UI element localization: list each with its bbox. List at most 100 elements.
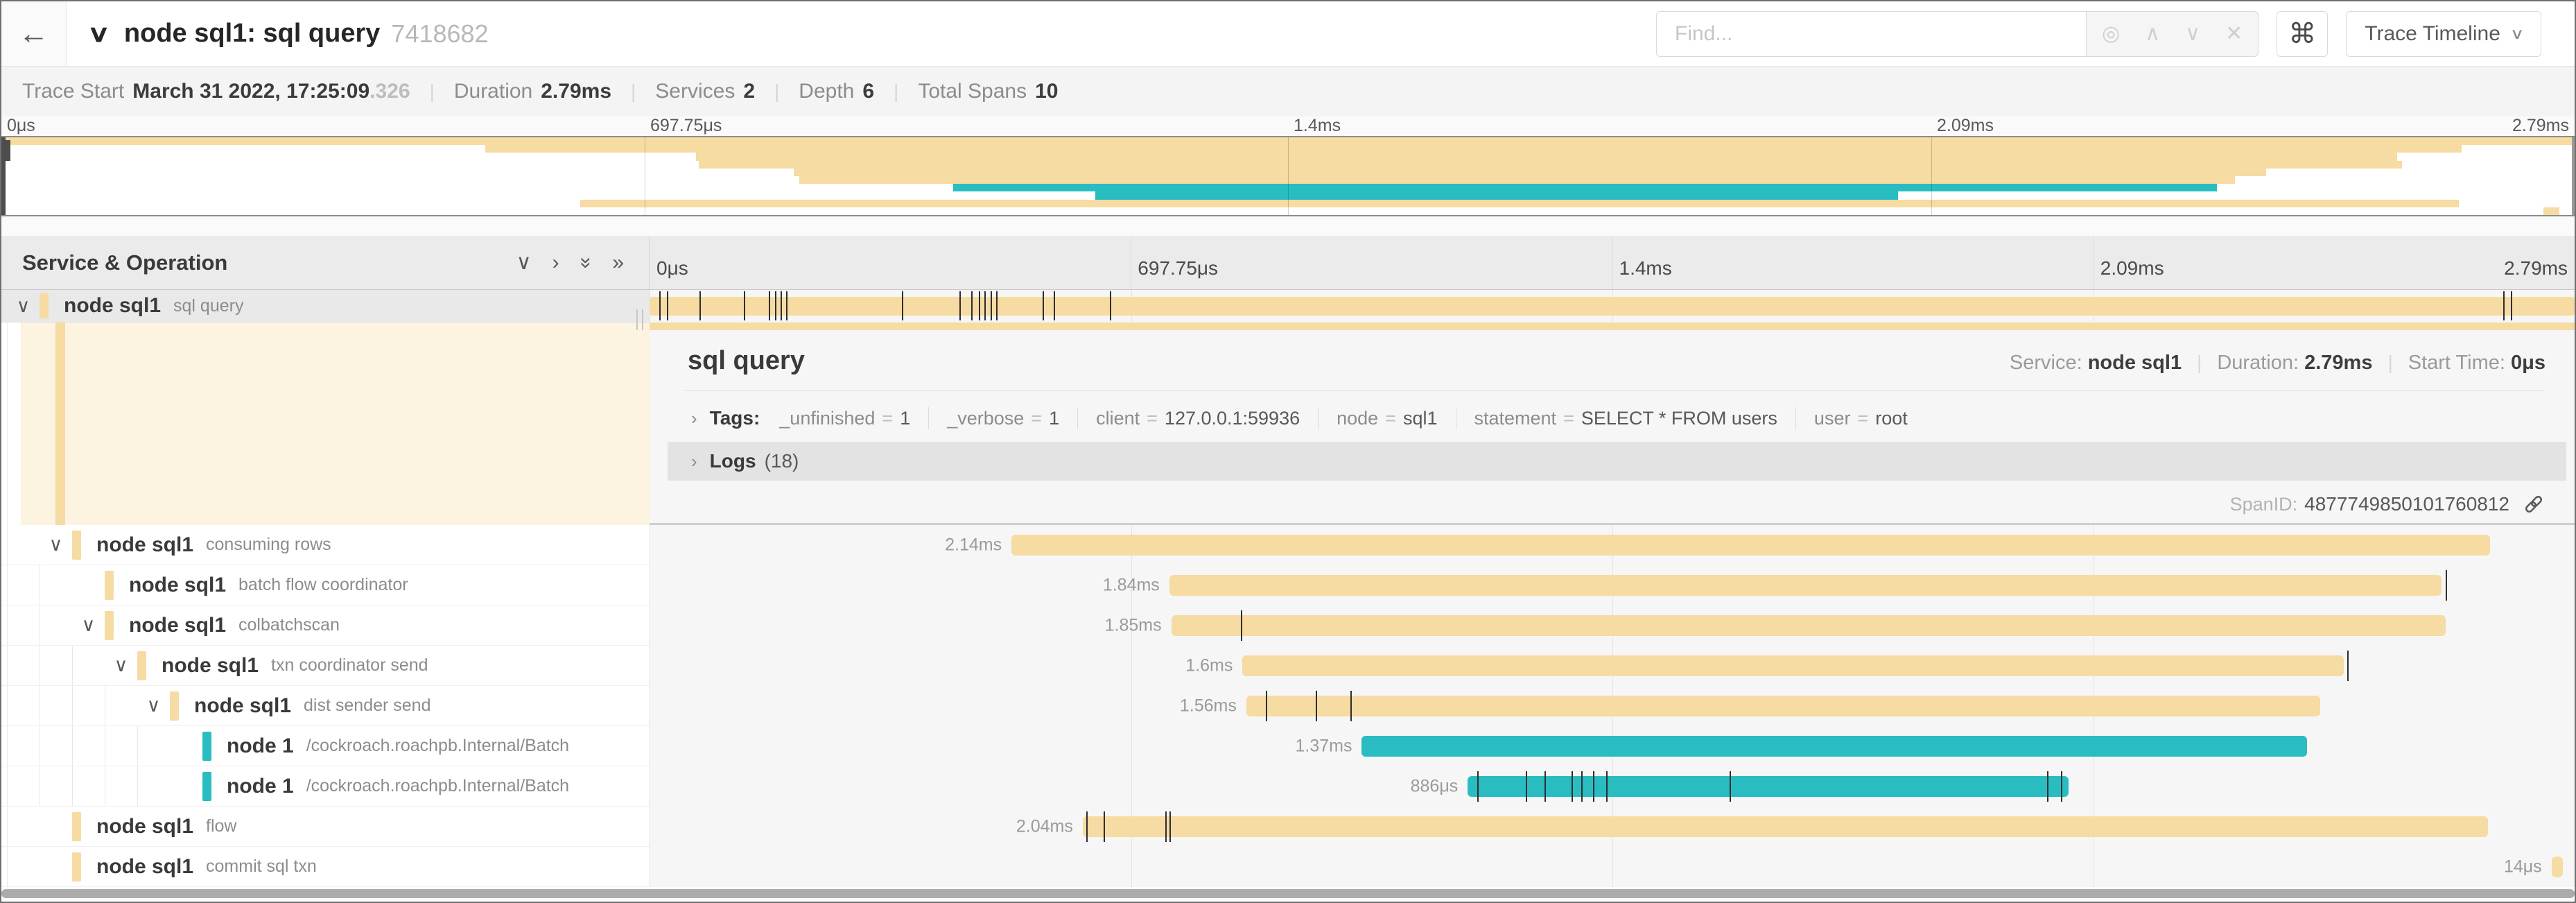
tree-row[interactable]: ∨node sql1txn coordinator send	[1, 646, 650, 686]
log-marker	[1054, 291, 1055, 320]
keyboard-shortcuts-button[interactable]: ⌘	[2277, 11, 2328, 57]
tree-row[interactable]: node 1/cockroach.roachpb.Internal/Batch	[1, 766, 650, 807]
span-bar[interactable]	[1361, 736, 2307, 757]
minimap-right-drag-handle[interactable]	[2572, 137, 2575, 215]
span-detail-meta: Service: node sql1|Duration: 2.79ms|Star…	[2010, 352, 2545, 375]
clear-search-icon[interactable]: ✕	[2225, 22, 2243, 46]
span-detail-header: sql query Service: node sql1|Duration: 2…	[688, 346, 2545, 376]
chevron-right-icon: ›	[691, 408, 697, 429]
trace-stat-value-muted: .326	[369, 80, 410, 103]
indent-guide	[7, 847, 8, 886]
trace-stats-bar: Trace StartMarch 31 2022, 17:25:09.326|D…	[1, 67, 2575, 117]
timeline-row[interactable]: 2.04ms	[650, 807, 2575, 847]
row-expander-icon[interactable]: ∨	[137, 695, 170, 716]
indent-guide	[7, 322, 8, 525]
link-icon[interactable]	[2522, 492, 2545, 516]
tree-row[interactable]: ∨node sql1colbatchscan	[1, 605, 650, 646]
span-bar[interactable]	[650, 297, 2575, 316]
service-name: node sql1	[194, 694, 291, 718]
timeline-row[interactable]	[650, 290, 2575, 322]
prev-result-icon[interactable]: ∧	[2145, 22, 2160, 46]
span-bar[interactable]	[1083, 816, 2488, 837]
tag-item[interactable]: statement=SELECT * FROM users	[1474, 408, 1777, 429]
span-bar[interactable]	[1468, 776, 2068, 797]
timeline-row[interactable]: 886μs	[650, 766, 2575, 807]
service-color-bar	[202, 732, 211, 761]
service-name: node sql1	[96, 533, 193, 557]
span-bar[interactable]	[1172, 615, 2446, 636]
trace-stat: Duration2.79ms	[454, 80, 611, 103]
time-tick-label: 1.4ms	[1294, 116, 1341, 136]
back-button[interactable]: ←	[1, 1, 67, 66]
service-label: Service:	[2010, 352, 2082, 374]
log-marker	[959, 291, 961, 320]
row-expander-icon[interactable]: ∨	[40, 534, 72, 556]
tree-row[interactable]: node sql1batch flow coordinator	[1, 565, 650, 605]
logs-label: Logs	[710, 450, 756, 472]
row-expander-icon[interactable]: ∨	[7, 295, 40, 317]
span-bar[interactable]	[1246, 696, 2321, 716]
expand-one-icon[interactable]: ›	[552, 251, 559, 275]
timeline-row[interactable]: 1.6ms	[650, 646, 2575, 686]
tag-item[interactable]: _verbose=1	[947, 408, 1059, 429]
scrollbar-thumb[interactable]	[1, 889, 2575, 898]
tree-row[interactable]: ∨node sql1consuming rows	[1, 525, 650, 565]
span-bar[interactable]	[1242, 655, 2343, 676]
tree-row[interactable]: node sql1commit sql txn	[1, 847, 650, 887]
log-marker	[902, 291, 903, 320]
tag-divider	[928, 407, 929, 429]
service-color-bar	[55, 322, 65, 525]
logs-row[interactable]: › Logs (18)	[668, 442, 2566, 481]
time-tick-label: 2.79ms	[2512, 116, 2569, 136]
timeline-row[interactable]: 1.37ms	[650, 726, 2575, 766]
view-selector-button[interactable]: Trace Timeline ∨	[2346, 11, 2541, 57]
tag-item[interactable]: _unfinished=1	[779, 408, 910, 429]
tag-value: root	[1875, 408, 1908, 429]
tree-row[interactable]: ∨node sql1sql query	[1, 290, 650, 322]
minimap-gridline	[1288, 137, 1289, 215]
span-row: node sql1batch flow coordinator1.84ms	[1, 565, 2575, 605]
next-result-icon[interactable]: ∨	[2185, 22, 2200, 46]
find-input[interactable]	[1656, 11, 2086, 57]
span-duration-label: 14μs	[2504, 857, 2542, 877]
collapse-one-icon[interactable]: ∨	[516, 250, 532, 275]
column-headers: Service & Operation ∨›»» 0μs697.75μs1.4m…	[1, 236, 2575, 290]
time-tick-label: 2.09ms	[2100, 257, 2164, 280]
chevron-right-icon: ›	[691, 451, 697, 472]
minimap-left-drag-handle[interactable]	[1, 137, 6, 215]
tree-row[interactable]: node 1/cockroach.roachpb.Internal/Batch	[1, 726, 650, 766]
timeline-row[interactable]: 2.14ms	[650, 525, 2575, 565]
log-marker	[991, 291, 992, 320]
tag-item[interactable]: user=root	[1814, 408, 1908, 429]
log-marker	[2511, 291, 2512, 320]
indent-guide	[7, 686, 8, 725]
timeline-row[interactable]: 1.84ms	[650, 565, 2575, 605]
tag-item[interactable]: node=sql1	[1337, 408, 1437, 429]
timeline-row[interactable]: 1.56ms	[650, 686, 2575, 726]
log-marker	[1526, 771, 1527, 802]
indent-guide	[7, 525, 8, 565]
panel-resize-grip[interactable]	[636, 309, 643, 330]
collapse-all-icon[interactable]: »	[574, 257, 598, 268]
row-expander-icon[interactable]: ∨	[72, 614, 105, 636]
tree-row[interactable]: node sql1flow	[1, 807, 650, 847]
row-expander-icon[interactable]: ∨	[105, 655, 137, 676]
minimap-span-bar	[794, 169, 2265, 176]
expand-all-icon[interactable]: »	[612, 251, 624, 275]
service-name: node sql1	[96, 855, 193, 879]
locate-icon[interactable]: ◎	[2102, 22, 2120, 46]
span-bar[interactable]	[2552, 857, 2564, 877]
log-marker	[1316, 691, 1317, 721]
tags-row[interactable]: › Tags: _unfinished=1_verbose=1client=12…	[691, 407, 2545, 429]
tag-item[interactable]: client=127.0.0.1:59936	[1096, 408, 1300, 429]
span-bar[interactable]	[1169, 575, 2442, 596]
span-duration-label: 886μs	[1411, 777, 1459, 797]
minimap-canvas[interactable]	[1, 136, 2575, 216]
indent-guide	[7, 807, 8, 846]
timeline-row[interactable]: 1.85ms	[650, 605, 2575, 646]
title-collapse-icon[interactable]: ∨	[87, 20, 111, 48]
span-duration-label: 1.56ms	[1180, 696, 1237, 716]
tree-row[interactable]: ∨node sql1dist sender send	[1, 686, 650, 726]
span-bar[interactable]	[1011, 535, 2490, 556]
timeline-row[interactable]: 14μs	[650, 847, 2575, 887]
